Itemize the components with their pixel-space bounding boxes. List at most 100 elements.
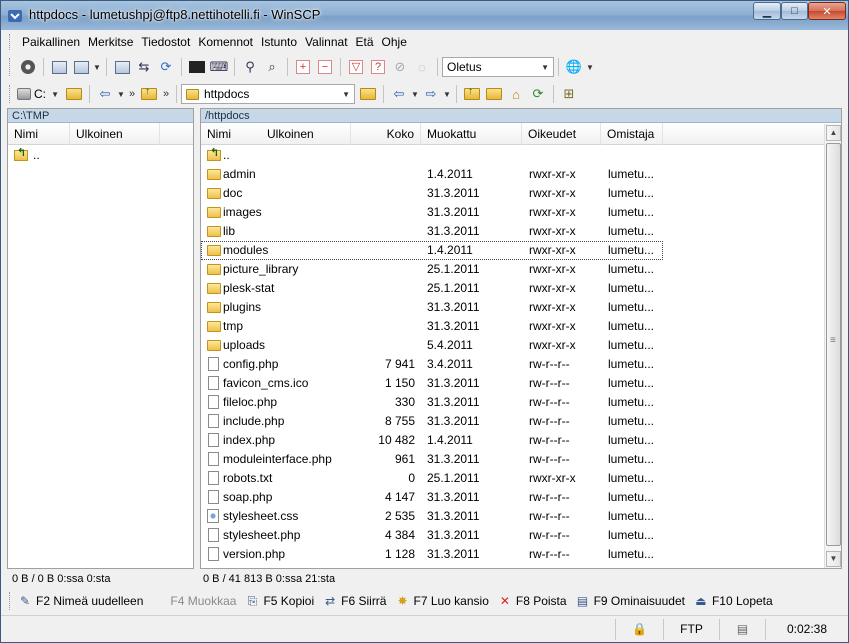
fkey-delete-button[interactable]: ✕ F8 Poista xyxy=(497,593,567,609)
table-row[interactable]: robots.txt 0 25.1.2011 rwxr-xr-x lumetu... xyxy=(201,469,824,488)
fkey-quit-button[interactable]: ⏏ F10 Lopeta xyxy=(693,593,772,609)
table-row[interactable]: admin 1.4.2011 rwxr-xr-x lumetu... xyxy=(201,165,824,184)
local-drive-select[interactable]: C: ▼ xyxy=(17,84,59,104)
tree-view-button[interactable]: ⊞ xyxy=(558,83,580,105)
table-row[interactable]: soap.php 4 147 31.3.2011 rw-r--r-- lumetu... xyxy=(201,488,824,507)
keep-up-to-date-button[interactable]: ⇆ xyxy=(133,56,155,78)
toolbar-grip[interactable] xyxy=(9,58,12,76)
menu-valinnat[interactable]: Valinnat xyxy=(301,32,351,52)
fkey-rename-button[interactable]: ✎ F2 Nimeä uudelleen xyxy=(17,593,143,609)
remote-col-name[interactable]: Nimi xyxy=(201,123,261,145)
quick-search-button[interactable]: ⌕ xyxy=(261,56,283,78)
refresh-button[interactable]: ⟳ xyxy=(155,56,177,78)
toolbar-grip[interactable] xyxy=(9,85,12,103)
remote-col-ext[interactable]: Ulkoinen xyxy=(261,123,351,145)
remote-forward-dropdown[interactable]: ▼ xyxy=(442,90,452,99)
remote-parent-dir-button[interactable] xyxy=(461,83,483,105)
menu-paikallinen[interactable]: Paikallinen xyxy=(18,32,84,52)
find-files-button[interactable]: ⚲ xyxy=(239,56,261,78)
scroll-thumb[interactable] xyxy=(826,143,841,546)
sort-button[interactable]: ? xyxy=(367,56,389,78)
table-row[interactable]: index.php 10 482 1.4.2011 rw-r--r-- lumetu..… xyxy=(201,431,824,450)
filter-button[interactable]: ▽ xyxy=(345,56,367,78)
new-session-dropdown[interactable]: ▼ xyxy=(585,63,595,72)
local-col-ext[interactable]: Ulkoinen xyxy=(70,123,160,145)
table-row[interactable]: .. xyxy=(201,146,824,165)
table-row[interactable]: version.php 1 128 31.3.2011 rw-r--r-- lumetu… xyxy=(201,545,824,564)
winscp-app-icon[interactable] xyxy=(7,8,23,24)
table-row[interactable]: moduleinterface.php 961 31.3.2011 rw-r--r--… xyxy=(201,450,824,469)
remote-vertical-scrollbar[interactable]: ▲ ▼ xyxy=(824,124,841,568)
maximize-button[interactable]: □ xyxy=(781,2,808,20)
table-row[interactable]: images 31.3.2011 rwxr-xr-x lumetu... xyxy=(201,203,824,222)
menu-eta[interactable]: Etä xyxy=(352,32,378,52)
fkey-new-folder-button[interactable]: ✸ F7 Luo kansio xyxy=(394,593,488,609)
fkey-move-button[interactable]: ⇄ F6 Siirrä xyxy=(322,593,386,609)
table-row[interactable]: stylesheet.php 4 384 31.3.2011 rw-r--r-- lum… xyxy=(201,526,824,545)
remote-back-dropdown[interactable]: ▼ xyxy=(410,90,420,99)
putty-button[interactable]: ⌨ xyxy=(208,56,230,78)
table-row[interactable]: uploads 5.4.2011 rwxr-xr-x lumetu... xyxy=(201,336,824,355)
table-row[interactable]: modules 1.4.2011 rwxr-xr-x lumetu... xyxy=(201,241,663,260)
remote-refresh-button[interactable]: ⟳ xyxy=(527,83,549,105)
table-row[interactable]: doc 31.3.2011 rwxr-xr-x lumetu... xyxy=(201,184,824,203)
local-open-dir-button[interactable] xyxy=(63,83,85,105)
clear-selection-button[interactable]: ◌ xyxy=(411,56,433,78)
compare-button[interactable] xyxy=(48,56,70,78)
minimize-button[interactable]: ▁ xyxy=(753,2,781,20)
queue-button[interactable] xyxy=(111,56,133,78)
scroll-up-button[interactable]: ▲ xyxy=(826,125,841,141)
local-file-list[interactable]: .. xyxy=(8,146,193,568)
table-row[interactable]: config.php 7 941 3.4.2011 rw-r--r-- lumetu..… xyxy=(201,355,824,374)
local-more-chevron-2[interactable]: » xyxy=(160,88,172,100)
synchronize-dropdown[interactable]: ▼ xyxy=(92,63,102,72)
menu-ohje[interactable]: Ohje xyxy=(378,32,411,52)
local-parent-dir-button[interactable] xyxy=(138,83,160,105)
title-bar[interactable]: httpdocs - lumetushpj@ftp8.nettihotelli.… xyxy=(1,1,848,30)
console-button[interactable] xyxy=(186,56,208,78)
remote-file-list[interactable]: ..admin1.4.2011rwxr-xr-xlumetu...doc31.3… xyxy=(201,146,824,568)
table-row[interactable]: favicon_cms.ico 1 150 31.3.2011 rw-r--r-- lu… xyxy=(201,374,824,393)
remote-col-owner[interactable]: Omistaja xyxy=(601,123,663,145)
menu-komennot[interactable]: Komennot xyxy=(194,32,257,52)
menu-merkitse[interactable]: Merkitse xyxy=(84,32,137,52)
remote-col-rights[interactable]: Oikeudet xyxy=(522,123,601,145)
table-row[interactable]: lib 31.3.2011 rwxr-xr-x lumetu... xyxy=(201,222,824,241)
local-col-name[interactable]: Nimi xyxy=(8,123,70,145)
list-item[interactable]: .. xyxy=(8,146,193,165)
local-more-chevron[interactable]: » xyxy=(126,88,138,100)
remote-root-dir-button[interactable] xyxy=(483,83,505,105)
local-back-button[interactable]: ⇦ xyxy=(94,83,116,105)
table-row[interactable]: stylesheet.css 2 535 31.3.2011 rw-r--r-- lum… xyxy=(201,507,824,526)
invert-selection-button[interactable]: ⊘ xyxy=(389,56,411,78)
remote-home-dir-button[interactable]: ⌂ xyxy=(505,83,527,105)
preferences-button[interactable] xyxy=(17,56,39,78)
menu-tiedostot[interactable]: Tiedostot xyxy=(137,32,194,52)
close-button[interactable]: ✕ xyxy=(808,2,846,20)
transfer-settings-select[interactable]: Oletus ▼ xyxy=(442,57,554,77)
remote-col-modified[interactable]: Muokattu xyxy=(421,123,522,145)
remote-open-dir-button[interactable] xyxy=(357,83,379,105)
remote-back-button[interactable]: ⇦ xyxy=(388,83,410,105)
menu-istunto[interactable]: Istunto xyxy=(257,32,301,52)
table-row[interactable]: fileloc.php 330 31.3.2011 rw-r--r-- lumetu..… xyxy=(201,393,824,412)
unselect-files-button[interactable]: − xyxy=(314,56,336,78)
status-queue-pane[interactable]: ▤ xyxy=(719,619,765,640)
local-back-dropdown[interactable]: ▼ xyxy=(116,90,126,99)
fkey-properties-button[interactable]: ▤ F9 Ominaisuudet xyxy=(575,593,685,609)
remote-path-select[interactable]: httpdocs ▼ xyxy=(181,84,355,104)
table-row[interactable]: plesk-stat 25.1.2011 rwxr-xr-x lumetu... xyxy=(201,279,824,298)
fkey-edit-button[interactable]: F4 Muokkaa xyxy=(151,593,236,609)
remote-col-size[interactable]: Koko xyxy=(351,123,421,145)
new-session-button[interactable]: 🌐 xyxy=(563,56,585,78)
synchronize-button[interactable] xyxy=(70,56,92,78)
table-row[interactable]: plugins 31.3.2011 rwxr-xr-x lumetu... xyxy=(201,298,824,317)
fkey-copy-button[interactable]: ⎘ F5 Kopioi xyxy=(244,593,315,609)
remote-forward-button[interactable]: ⇨ xyxy=(420,83,442,105)
table-row[interactable]: tmp 31.3.2011 rwxr-xr-x lumetu... xyxy=(201,317,824,336)
select-files-button[interactable]: + xyxy=(292,56,314,78)
scroll-down-button[interactable]: ▼ xyxy=(826,551,841,567)
table-row[interactable]: picture_library 25.1.2011 rwxr-xr-x lumetu.… xyxy=(201,260,824,279)
toolbar-grip[interactable] xyxy=(9,592,12,610)
menu-grip[interactable] xyxy=(9,34,12,50)
